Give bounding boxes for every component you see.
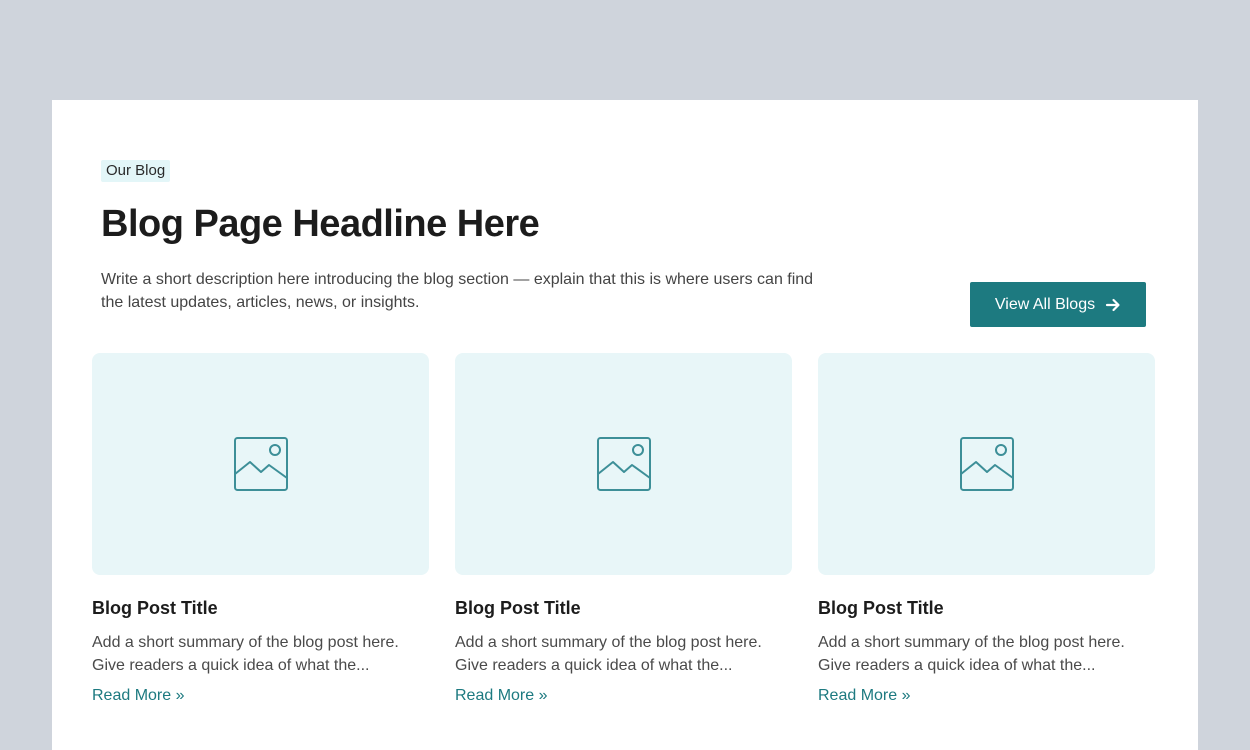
blog-card-list: Blog Post Title Add a short summary of t… [92, 353, 1155, 707]
view-all-blogs-button[interactable]: View All Blogs [970, 282, 1146, 327]
image-placeholder-icon [959, 437, 1014, 491]
read-more-link[interactable]: Read More » [92, 685, 185, 707]
blog-card-summary: Add a short summary of the blog post her… [818, 634, 1125, 674]
arrow-right-icon [1105, 298, 1120, 311]
blog-card-title[interactable]: Blog Post Title [92, 596, 429, 620]
image-placeholder-icon [596, 437, 651, 491]
section-description: Write a short description here introduci… [101, 271, 814, 311]
blog-card: Blog Post Title Add a short summary of t… [818, 353, 1155, 707]
blog-card: Blog Post Title Add a short summary of t… [92, 353, 429, 707]
section-eyebrow: Our Blog [101, 160, 171, 182]
read-more-link[interactable]: Read More » [455, 685, 548, 707]
blog-card-title[interactable]: Blog Post Title [818, 596, 1155, 620]
blog-card: Blog Post Title Add a short summary of t… [455, 353, 792, 707]
view-all-blogs-label: View All Blogs [994, 295, 1096, 313]
blog-card-thumbnail[interactable] [92, 353, 429, 575]
page-headline: Blog Page Headline Here [101, 203, 540, 245]
blog-card-thumbnail[interactable] [818, 353, 1155, 575]
blog-card-title[interactable]: Blog Post Title [455, 596, 792, 620]
image-placeholder-icon [233, 437, 288, 491]
blog-section: Our Blog Blog Page Headline Here Write a… [52, 100, 1198, 750]
read-more-link[interactable]: Read More » [818, 685, 911, 707]
blog-card-summary: Add a short summary of the blog post her… [92, 634, 399, 674]
blog-card-thumbnail[interactable] [455, 353, 792, 575]
blog-card-summary: Add a short summary of the blog post her… [455, 634, 762, 674]
